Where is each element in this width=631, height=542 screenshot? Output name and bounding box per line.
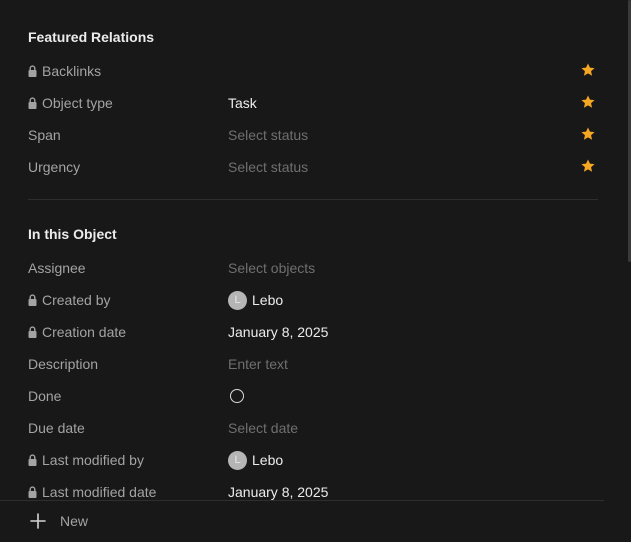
lock-icon (28, 294, 37, 306)
relation-row-description[interactable]: Description Enter text (28, 352, 598, 376)
relation-row-urgency[interactable]: Urgency Select status (28, 155, 598, 179)
relation-value[interactable]: Lebo (252, 292, 283, 308)
relation-row-created-by[interactable]: Created by L Lebo (28, 288, 598, 312)
relation-row-span[interactable]: Span Select status (28, 123, 598, 147)
relation-label: Done (28, 388, 62, 404)
done-checkbox[interactable] (230, 389, 244, 403)
relation-label: Due date (28, 420, 85, 436)
panel-footer: New (0, 500, 604, 542)
relation-row-due-date[interactable]: Due date Select date (28, 416, 598, 440)
star-icon[interactable] (580, 94, 596, 110)
relation-value[interactable]: Select status (228, 159, 598, 175)
featured-relations-title: Featured Relations (28, 29, 155, 45)
lock-icon (28, 65, 37, 77)
relation-label: Creation date (42, 324, 127, 340)
relation-value[interactable]: Task (228, 95, 598, 111)
relation-label: Urgency (28, 159, 81, 175)
relation-label: Span (28, 127, 61, 143)
relation-row-last-modified-by[interactable]: Last modified by L Lebo (28, 448, 598, 472)
plus-icon (30, 513, 46, 529)
relation-value[interactable]: January 8, 2025 (228, 484, 598, 500)
relations-panel: Featured Relations Backlinks Object type… (0, 0, 631, 542)
avatar: L (228, 450, 247, 470)
new-relation-label: New (60, 513, 89, 529)
star-icon[interactable] (580, 62, 596, 78)
relation-value[interactable]: Enter text (228, 356, 598, 372)
relation-value[interactable]: Lebo (252, 452, 283, 468)
avatar: L (228, 290, 247, 310)
relation-row-assignee[interactable]: Assignee Select objects (28, 256, 598, 280)
relation-value[interactable]: January 8, 2025 (228, 324, 598, 340)
lock-icon (28, 454, 37, 466)
relation-value[interactable]: Select date (228, 420, 598, 436)
lock-icon (28, 486, 37, 498)
relation-label: Backlinks (42, 63, 102, 79)
relation-label: Assignee (28, 260, 86, 276)
relation-value[interactable]: Select objects (228, 260, 598, 276)
star-icon[interactable] (580, 126, 596, 142)
relation-row-creation-date[interactable]: Creation date January 8, 2025 (28, 320, 598, 344)
relation-label: Last modified by (42, 452, 144, 468)
star-icon[interactable] (580, 158, 596, 174)
relation-row-backlinks[interactable]: Backlinks (28, 59, 598, 83)
lock-icon (28, 97, 37, 109)
relation-row-done[interactable]: Done (28, 384, 598, 408)
relation-row-object-type[interactable]: Object type Task (28, 91, 598, 115)
relation-label: Object type (42, 95, 113, 111)
relation-label: Last modified date (42, 484, 157, 500)
in-this-object-title: In this Object (28, 226, 117, 242)
relation-label: Created by (42, 292, 111, 308)
lock-icon (28, 326, 37, 338)
relation-value[interactable]: Select status (228, 127, 598, 143)
new-relation-button[interactable]: New (28, 511, 88, 531)
relation-label: Description (28, 356, 99, 372)
section-divider (28, 199, 598, 200)
